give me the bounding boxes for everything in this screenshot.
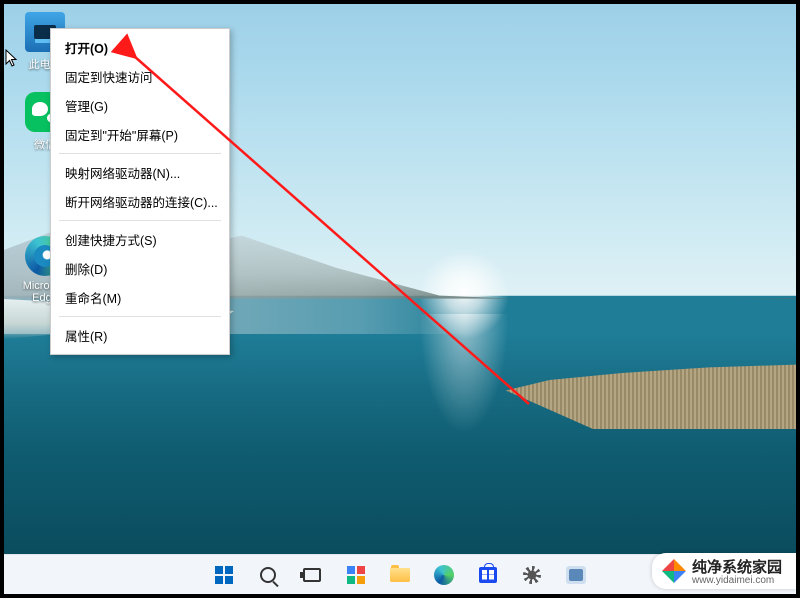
ctx-properties[interactable]: 属性(R) <box>51 321 229 350</box>
ctx-separator <box>59 220 221 221</box>
ctx-pin-start[interactable]: 固定到"开始"屏幕(P) <box>51 120 229 149</box>
task-view-button[interactable] <box>294 557 330 593</box>
edge-icon <box>434 565 454 585</box>
settings-button[interactable] <box>514 557 550 593</box>
watermark-title: 纯净系统家园 <box>692 559 782 576</box>
wallpaper-grass <box>506 359 796 429</box>
ctx-separator <box>59 316 221 317</box>
ctx-shortcut[interactable]: 创建快捷方式(S) <box>51 225 229 254</box>
file-explorer-button[interactable] <box>382 557 418 593</box>
ctx-pin-quick[interactable]: 固定到快速访问 <box>51 62 229 91</box>
watermark: 纯净系统家园 www.yidaimei.com <box>652 553 796 589</box>
edge-button[interactable] <box>426 557 462 593</box>
task-view-icon <box>303 568 321 582</box>
taskbar-app-button[interactable] <box>558 557 594 593</box>
ctx-map-drive[interactable]: 映射网络驱动器(N)... <box>51 158 229 187</box>
watermark-url: www.yidaimei.com <box>692 575 782 586</box>
windows-logo-icon <box>215 566 233 584</box>
desktop-wallpaper: 此电脑 微信 Microsoft Edge 打开(O) 固定到快速访问 管理(G… <box>4 4 796 554</box>
widgets-button[interactable] <box>338 557 374 593</box>
start-button[interactable] <box>206 557 242 593</box>
folder-icon <box>390 568 410 582</box>
microsoft-store-button[interactable] <box>470 557 506 593</box>
search-icon <box>260 567 276 583</box>
app-icon <box>566 566 586 584</box>
ctx-disconnect[interactable]: 断开网络驱动器的连接(C)... <box>51 187 229 216</box>
ctx-open[interactable]: 打开(O) <box>51 33 229 62</box>
widgets-icon <box>347 566 365 584</box>
store-icon <box>479 567 497 583</box>
gear-icon <box>523 566 541 584</box>
ctx-delete[interactable]: 删除(D) <box>51 254 229 283</box>
ctx-manage[interactable]: 管理(G) <box>51 91 229 120</box>
wallpaper-sun-reflection <box>419 314 509 434</box>
context-menu: 打开(O) 固定到快速访问 管理(G) 固定到"开始"屏幕(P) 映射网络驱动器… <box>50 28 230 355</box>
watermark-logo-icon <box>662 559 686 583</box>
ctx-rename[interactable]: 重命名(M) <box>51 283 229 312</box>
ctx-separator <box>59 153 221 154</box>
search-button[interactable] <box>250 557 286 593</box>
